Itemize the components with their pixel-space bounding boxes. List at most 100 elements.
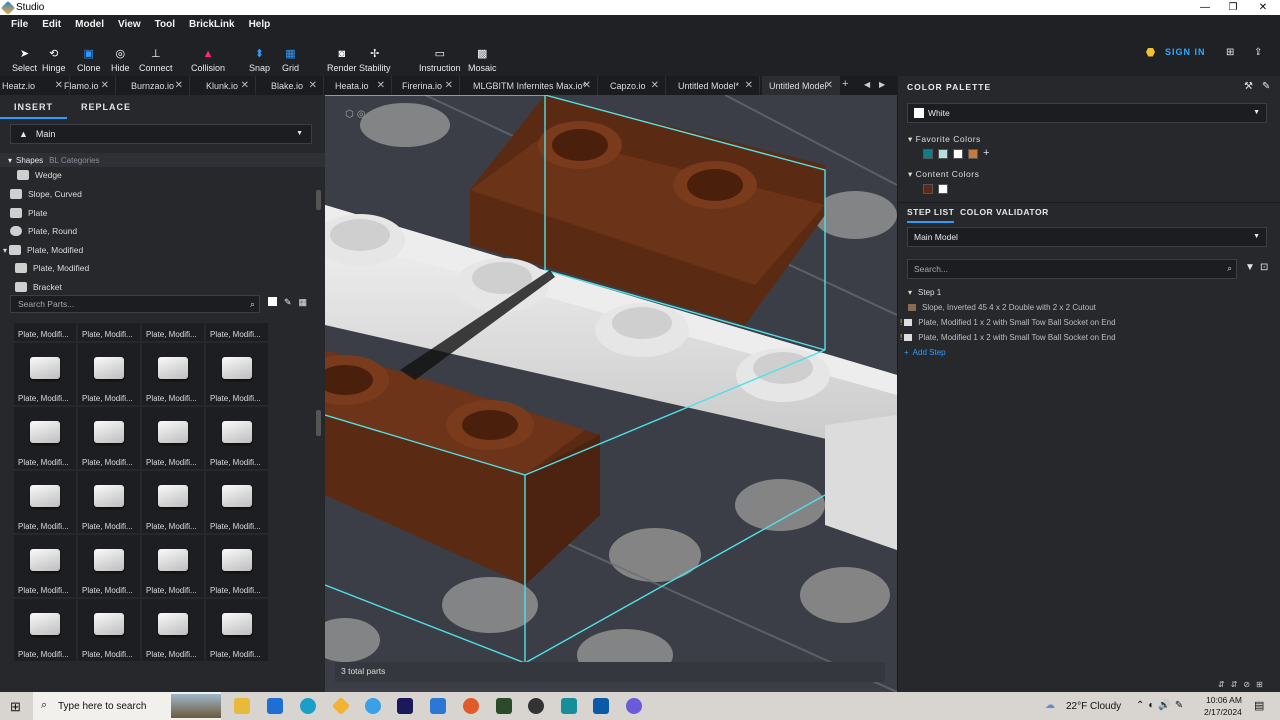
step-item[interactable]: Slope, Inverted 45 4 x 2 Double with 2 x… [908,303,1096,312]
weather-text[interactable]: 22°F Cloudy [1066,701,1121,712]
close-tab-icon[interactable]: ✕ [101,80,109,91]
part-tile[interactable]: Plate, Modifi... [142,323,204,341]
filter-icon[interactable]: ▼ [1245,262,1255,273]
hinge-tool-button[interactable]: ⟲ Hinge [38,37,70,73]
app-icon[interactable] [626,698,642,714]
part-tile[interactable]: Plate, Modifi... [142,407,204,469]
3d-viewport[interactable]: ⬡ ◎ 3 total parts [325,95,897,692]
new-tab-icon[interactable]: + [842,78,848,90]
favorite-color-swatch[interactable] [953,149,963,159]
close-tab-icon[interactable]: ✕ [175,80,183,91]
favorite-color-swatch[interactable] [923,149,933,159]
part-tile[interactable]: Plate, Modifi... [142,471,204,533]
grid-tool-button[interactable]: ▦ Grid [278,37,303,73]
chevron-down-icon[interactable]: ▾ [8,156,12,165]
collision-tool-button[interactable]: ▲ Collision [187,37,229,73]
sign-in-button[interactable]: SIGN IN [1146,47,1206,57]
view-toggle-icon[interactable]: ⊡ [1260,262,1268,273]
tree-item-plate[interactable]: Plate [10,208,47,218]
part-tile[interactable]: Plate, Modifi... [142,599,204,661]
bl-categories-tab[interactable]: BL Categories [49,156,99,165]
color-dropdown[interactable]: White ▼ [907,103,1267,123]
shapes-tab[interactable]: Shapes [16,156,43,165]
tab-replace[interactable]: REPLACE [67,95,145,119]
tree-scrollbar[interactable] [316,190,321,210]
part-tile[interactable]: Plate, Modifi... [14,323,76,341]
windows-start-icon[interactable]: ⊞ [10,699,21,715]
step-nav-icons[interactable]: ⇵⇵⊘⊞ [1218,680,1269,689]
part-tile[interactable]: Plate, Modifi... [14,343,76,405]
tree-item-wedge[interactable]: Wedge [17,170,62,180]
tab-file[interactable]: Heata.io ✕ [326,76,392,95]
upload-icon[interactable]: ⇪ [1254,47,1262,58]
tab-file[interactable]: MLGBITM Infernites Max.io* ✕ [464,76,598,95]
close-tab-icon[interactable]: ✕ [651,80,659,91]
close-tab-icon[interactable]: ✕ [825,80,833,91]
content-colors-header[interactable]: ▾ Content Colors [908,169,979,180]
hide-tool-button[interactable]: ◎ Hide [107,37,134,73]
search-parts-input[interactable]: Search Parts... ⌕ [10,295,260,313]
paint-icon[interactable]: ⚒ [1244,81,1253,92]
tree-item-bracket[interactable]: Bracket [15,282,62,292]
search-icon[interactable]: ⌕ [1227,263,1232,274]
model-dropdown[interactable]: Main Model ▼ [907,227,1267,247]
menu-edit[interactable]: Edit [35,19,68,30]
favorite-colors-header[interactable]: ▾ Favorite Colors [908,134,981,145]
part-tile[interactable]: Plate, Modifi... [78,343,140,405]
close-tab-icon[interactable]: ✕ [445,80,453,91]
tab-insert[interactable]: INSERT [0,95,68,119]
clone-tool-button[interactable]: ▣ Clone [73,37,105,73]
search-icon[interactable]: ⌕ [250,299,255,310]
tab-file[interactable]: Untitled Model* ✕ [670,76,760,95]
close-tab-icon[interactable]: ✕ [377,80,385,91]
outlook-icon[interactable] [593,698,609,714]
firefox-icon[interactable] [463,698,479,714]
taskbar-search-input[interactable]: ⌕ Type here to search [33,692,221,720]
favorite-color-swatch[interactable] [938,149,948,159]
tab-file[interactable]: Klunk.io ✕ [198,76,256,95]
clock-date[interactable]: 2/17/2024 [1204,707,1242,717]
tab-file[interactable]: Flamo.io ✕ [56,76,116,95]
part-tile[interactable]: Plate, Modifi... [78,471,140,533]
step-item[interactable]: ! Plate, Modified 1 x 2 with Small Tow Ba… [900,318,1116,327]
tab-file[interactable]: Firerina.io ✕ [394,76,460,95]
restore-button[interactable]: ❐ [1218,0,1248,15]
menu-view[interactable]: View [111,19,148,30]
mosaic-button[interactable]: ▩ Mosaic [464,37,501,73]
sway-icon[interactable] [561,698,577,714]
menu-bricklink[interactable]: BrickLink [182,19,242,30]
menu-file[interactable]: File [4,19,35,30]
part-tile[interactable]: Plate, Modifi... [206,535,268,597]
instruction-button[interactable]: ▭ Instruction [415,37,465,73]
part-tile[interactable]: Plate, Modifi... [206,599,268,661]
edit-icon[interactable]: ✎ [284,297,292,308]
part-tile[interactable]: Plate, Modifi... [14,599,76,661]
tab-scroll-right-icon[interactable]: ▶ [879,80,885,89]
content-color-swatch[interactable] [923,184,933,194]
close-tab-icon[interactable]: ✕ [241,80,249,91]
notification-icon[interactable]: ▤ [1254,699,1264,712]
favorite-color-swatch[interactable] [968,149,978,159]
stability-button[interactable]: ✢ Stability [355,37,395,73]
select-tool-button[interactable]: ➤ Select [8,37,41,73]
menu-tool[interactable]: Tool [148,19,182,30]
clock-time[interactable]: 10:06 AM [1206,695,1242,705]
color-filter-icon[interactable] [268,297,277,306]
tab-step-list[interactable]: STEP LIST [907,207,955,223]
snap-tool-button[interactable]: ⬍ Snap [245,37,274,73]
tab-file-active[interactable]: Untitled Model ✕ [762,76,840,95]
parts-scrollbar[interactable] [316,410,321,436]
tab-color-validator[interactable]: COLOR VALIDATOR [960,207,1049,217]
grid-view-icon[interactable]: ▦ [299,297,308,308]
add-color-icon[interactable]: + [983,147,989,159]
mail-icon[interactable] [430,698,446,714]
system-tray-icons[interactable]: ⌃◐🔊✎ [1136,700,1187,711]
eyedropper-icon[interactable]: ✎ [1262,81,1270,92]
tab-scroll-left-icon[interactable]: ◀ [864,80,870,89]
close-tab-icon[interactable]: ✕ [309,80,317,91]
step-search-input[interactable]: Search... ⌕ [907,259,1237,279]
tree-item-plate-round[interactable]: Plate, Round [10,226,77,236]
paint-icon[interactable] [528,698,544,714]
close-tab-icon[interactable]: ✕ [745,80,753,91]
part-tile[interactable]: Plate, Modifi... [206,343,268,405]
